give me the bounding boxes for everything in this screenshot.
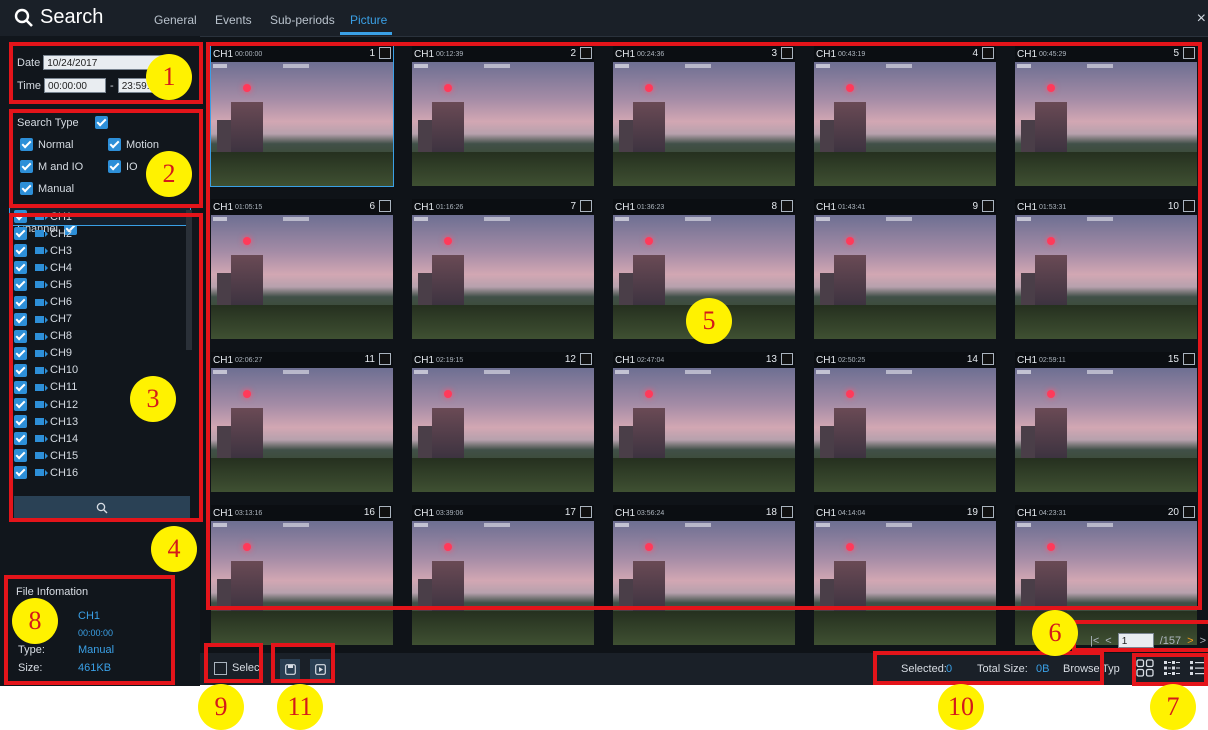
trees-shape: [211, 611, 393, 645]
annotation-badge-4: 4: [151, 526, 197, 572]
annotation-badge-1: 1: [146, 54, 192, 100]
annotation-badge-6: 6: [1032, 610, 1078, 656]
search-icon: [14, 8, 33, 27]
tab-general[interactable]: General: [154, 13, 197, 27]
trees-shape: [412, 611, 594, 645]
annotation-box-select-all: [204, 643, 263, 683]
annotation-box-channel-list: [9, 213, 203, 522]
annotation-badge-3: 3: [130, 376, 176, 422]
annotation-badge-5: 5: [686, 298, 732, 344]
tab-sub-periods[interactable]: Sub-periods: [270, 13, 335, 27]
annotation-badge-8: 8: [12, 598, 58, 644]
tab-picture[interactable]: Picture: [350, 13, 387, 27]
view-type-label: Typ: [1102, 663, 1120, 675]
annotation-badge-7: 7: [1150, 684, 1196, 730]
close-icon[interactable]: ×: [1197, 10, 1206, 28]
trees-shape: [613, 611, 795, 645]
annotation-badge-2: 2: [146, 151, 192, 197]
tab-events[interactable]: Events: [215, 13, 252, 27]
page-title-text: Search: [40, 6, 104, 28]
page-title: Search: [14, 6, 103, 29]
annotation-box-save-play: [271, 643, 335, 683]
top-bar: Search General Events Sub-periods Pictur…: [0, 0, 1208, 37]
annotation-badge-11: 11: [277, 684, 323, 730]
trees-shape: [814, 611, 996, 645]
annotation-box-view-mode: [1132, 653, 1208, 686]
annotation-badge-10: 10: [938, 684, 984, 730]
active-tab-indicator: [340, 32, 392, 35]
annotation-badge-9: 9: [198, 684, 244, 730]
annotation-box-pagination: [1072, 620, 1208, 652]
annotation-box-selection-summary: [873, 651, 1104, 685]
